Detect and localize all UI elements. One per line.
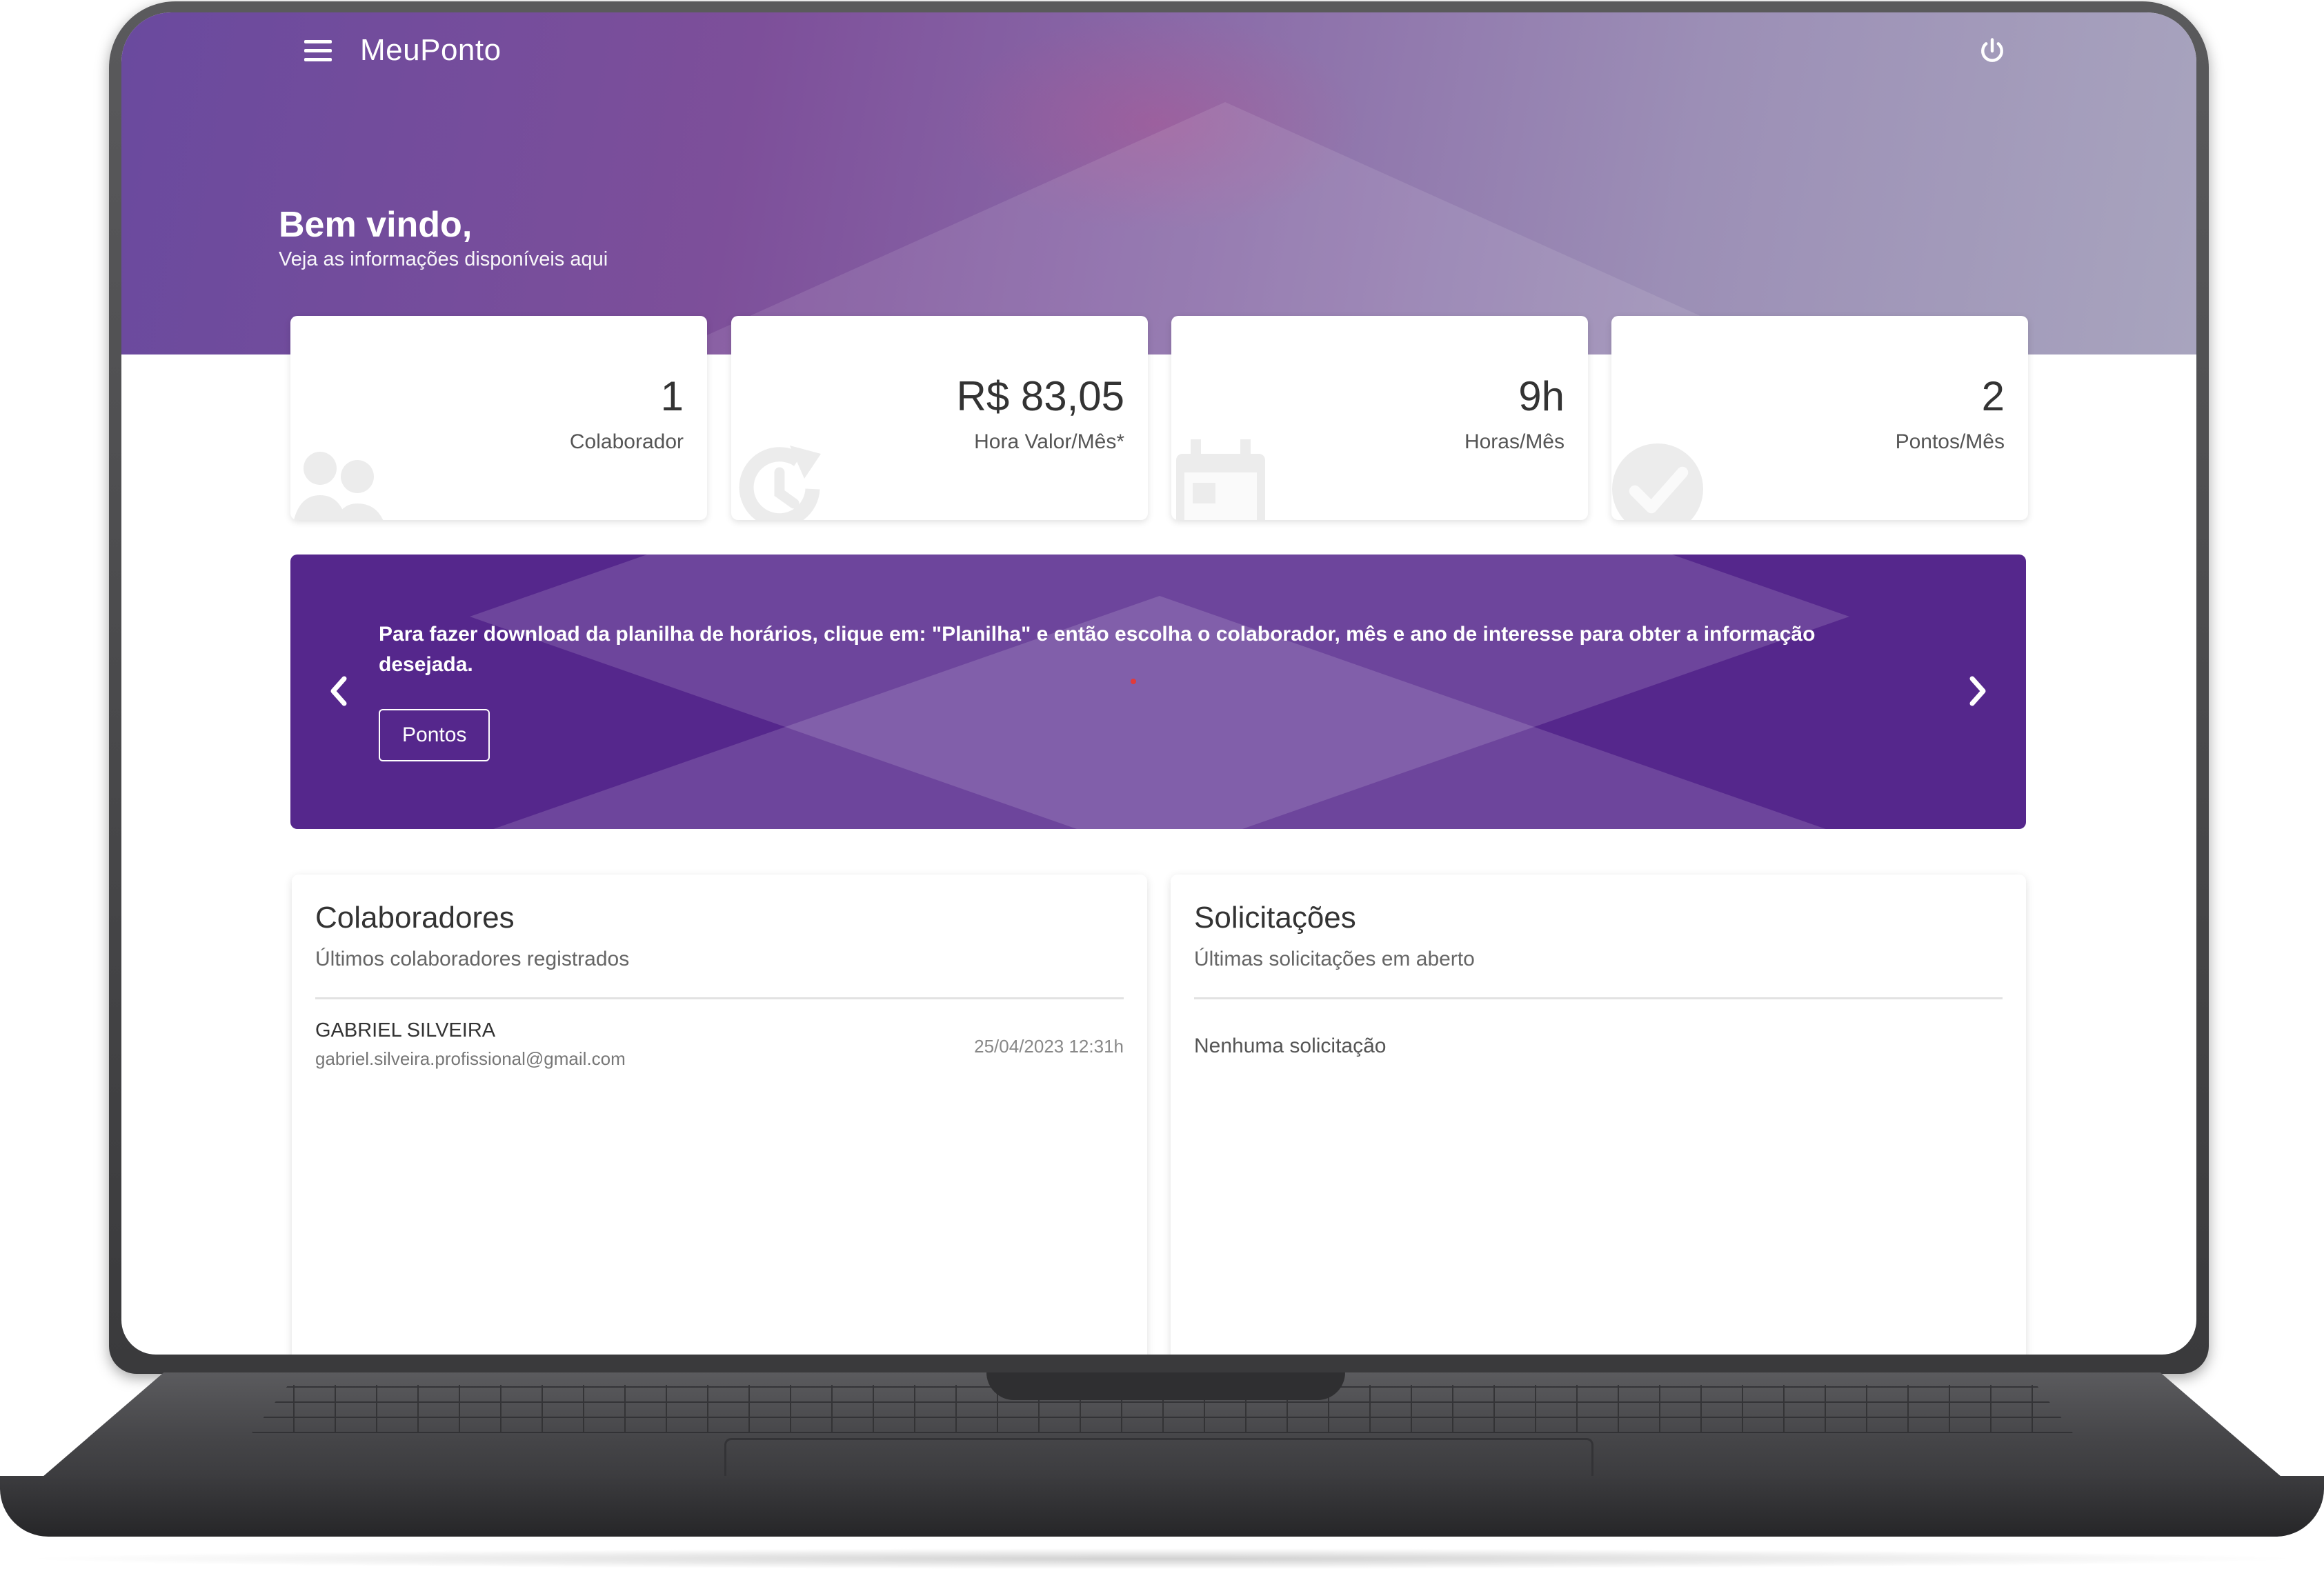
app-title: MeuPonto bbox=[360, 33, 501, 67]
laptop-hinge bbox=[986, 1372, 1345, 1400]
solicitacoes-panel: Solicitações Últimas solicitações em abe… bbox=[1171, 875, 2026, 1355]
panel-subtitle: Últimas solicitações em aberto bbox=[1194, 948, 1475, 970]
stat-card-colaboradores: 1 Colaborador bbox=[290, 316, 707, 520]
stat-value: R$ 83,05 bbox=[956, 373, 1124, 419]
divider bbox=[1194, 997, 2003, 999]
empty-state-text: Nenhuma solicitação bbox=[1194, 1035, 1387, 1057]
welcome-subtitle: Veja as informações disponíveis aqui bbox=[279, 248, 608, 270]
calendar-icon bbox=[1176, 439, 1265, 520]
colaborador-date: 25/04/2023 12:31h bbox=[974, 1036, 1124, 1057]
stat-card-pontos: 2 Pontos/Mês bbox=[1611, 316, 2028, 520]
carousel-message: Para fazer download da planilha de horár… bbox=[379, 623, 1816, 676]
stat-value: 9h bbox=[1518, 373, 1565, 419]
laptop-screen: MeuPonto Bem vindo, Veja as informações … bbox=[121, 12, 2196, 1355]
carousel-indicator bbox=[1131, 679, 1136, 684]
laptop-base bbox=[0, 1372, 2324, 1550]
laptop-shadow bbox=[14, 1548, 2310, 1569]
welcome-title: Bem vindo, bbox=[279, 205, 473, 245]
power-icon[interactable] bbox=[1977, 36, 2007, 66]
panel-title: Colaboradores bbox=[315, 901, 515, 935]
colaboradores-panel: Colaboradores Últimos colaboradores regi… bbox=[292, 875, 1147, 1355]
panel-subtitle: Últimos colaboradores registrados bbox=[315, 948, 630, 970]
welcome-block: Bem vindo, Veja as informações disponíve… bbox=[279, 204, 608, 271]
stat-label: Horas/Mês bbox=[1464, 430, 1565, 453]
check-circle-icon bbox=[1612, 443, 1703, 520]
stat-value: 1 bbox=[660, 373, 684, 419]
info-carousel: Para fazer download da planilha de horár… bbox=[290, 555, 2026, 829]
pontos-button[interactable]: Pontos bbox=[379, 709, 490, 761]
panel-title: Solicitações bbox=[1194, 901, 1356, 935]
users-icon bbox=[294, 452, 384, 520]
app-bar: MeuPonto bbox=[121, 12, 2196, 95]
colaborador-email: gabriel.silveira.profissional@gmail.com bbox=[315, 1048, 626, 1069]
colaborador-name: GABRIEL SILVEIRA bbox=[315, 1019, 496, 1041]
chevron-left-icon[interactable] bbox=[325, 670, 352, 712]
laptop-touchpad bbox=[724, 1438, 1593, 1479]
menu-icon[interactable] bbox=[304, 40, 332, 61]
chevron-right-icon[interactable] bbox=[1964, 670, 1992, 712]
stat-value: 2 bbox=[1981, 373, 2005, 419]
stat-card-hora-valor: R$ 83,05 Hora Valor/Mês* bbox=[731, 316, 1148, 520]
divider bbox=[315, 997, 1124, 999]
stat-label: Pontos/Mês bbox=[1895, 430, 2005, 453]
stat-card-horas: 9h Horas/Mês bbox=[1171, 316, 1588, 520]
laptop-front-edge bbox=[0, 1476, 2324, 1537]
stat-label: Hora Valor/Mês* bbox=[974, 430, 1124, 453]
stat-label: Colaborador bbox=[569, 430, 684, 453]
clock-refresh-icon bbox=[739, 446, 821, 520]
